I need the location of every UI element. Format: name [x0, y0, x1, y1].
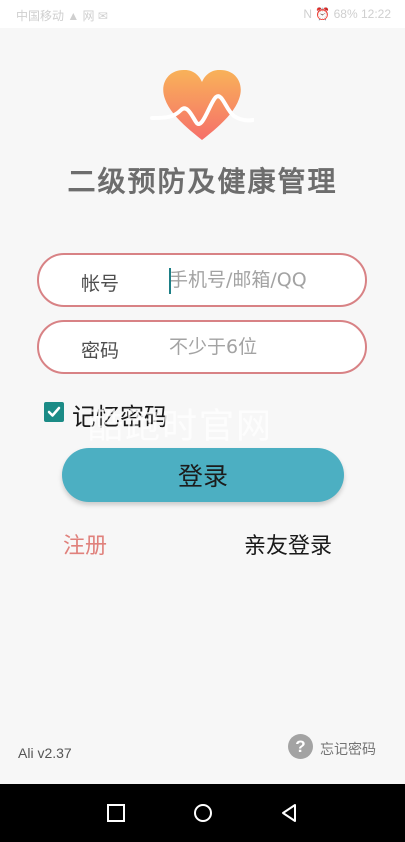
app-title: 二级预防及健康管理	[67, 165, 338, 198]
remember-password-checkbox[interactable]	[44, 402, 64, 422]
status-bar: 中国移动 ▲ 网 ✉ N ⏰ 68% 12:22	[0, 0, 405, 28]
account-input[interactable]	[169, 263, 355, 297]
password-input[interactable]	[169, 330, 355, 364]
triangle-back-icon[interactable]	[277, 801, 301, 825]
family-login-link[interactable]: 亲友登录	[244, 528, 332, 560]
heart-pulse-icon	[150, 62, 255, 144]
password-field[interactable]: 密码	[37, 320, 367, 374]
circle-icon[interactable]	[191, 801, 215, 825]
register-link[interactable]: 注册	[63, 528, 107, 560]
status-system-info: N ⏰ 68% 12:22	[303, 7, 391, 21]
square-icon[interactable]	[104, 801, 128, 825]
question-mark-icon: ?	[288, 734, 313, 759]
status-carrier-info: 中国移动 ▲ 网 ✉	[16, 9, 108, 23]
app-version: Ali v2.37	[18, 745, 72, 761]
account-field[interactable]: 帐号	[37, 253, 367, 307]
account-label: 帐号	[81, 273, 120, 295]
checkmark-icon	[47, 406, 61, 417]
password-label: 密码	[81, 340, 120, 362]
login-button[interactable]: 登录	[62, 448, 344, 502]
android-navigation-bar	[0, 784, 405, 842]
text-cursor	[169, 268, 171, 294]
watermark: 酷跑时官网	[88, 407, 274, 447]
forgot-password-label: 忘记密码	[320, 742, 376, 758]
